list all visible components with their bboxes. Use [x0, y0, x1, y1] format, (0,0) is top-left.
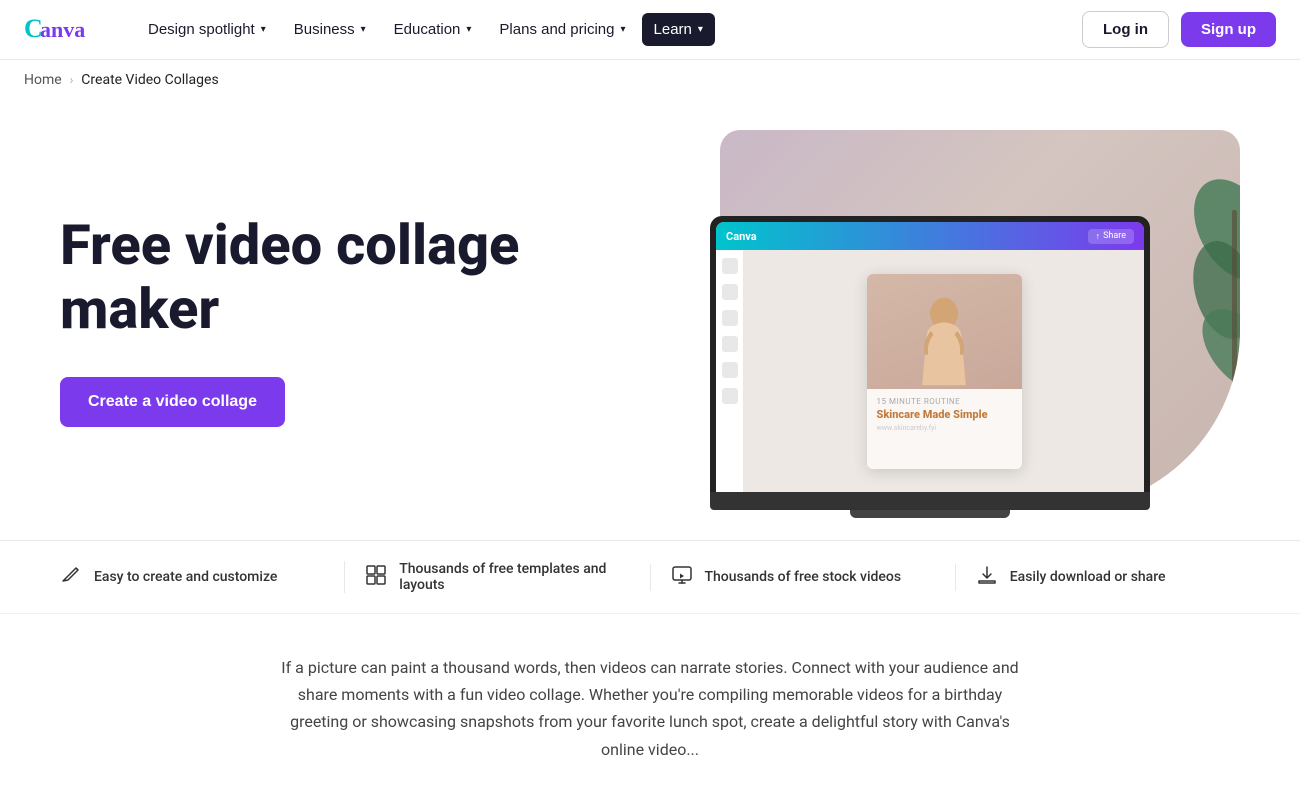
chevron-down-icon: ▾: [621, 24, 626, 35]
chevron-down-icon: ▾: [261, 24, 266, 35]
screen-canva-logo: Canva: [726, 230, 757, 243]
hero-title: Free video collage maker: [60, 213, 540, 342]
nav-actions: Log in Sign up: [1082, 11, 1276, 48]
feature-templates-text: Thousands of free templates and layouts: [399, 561, 629, 593]
nav-links: Design spotlight ▾ Business ▾ Education …: [136, 13, 1082, 46]
breadcrumb-separator: ›: [70, 73, 74, 87]
hero-left: Free video collage maker Create a video …: [60, 213, 540, 428]
screen-card-title: Skincare Made Simple: [877, 408, 1012, 421]
svg-text:anva: anva: [40, 17, 85, 42]
hero-right: Canva ↑Share: [680, 130, 1240, 510]
feature-download-text: Easily download or share: [1010, 569, 1166, 585]
nav-plans-pricing[interactable]: Plans and pricing ▾: [487, 13, 637, 46]
nav-learn[interactable]: Learn ▾: [642, 13, 715, 46]
templates-icon: [365, 564, 387, 591]
screen-share-btn: ↑Share: [1088, 229, 1134, 244]
feature-stock-videos: Thousands of free stock videos: [650, 564, 955, 591]
description-text: If a picture can paint a thousand words,…: [280, 654, 1020, 763]
chevron-down-icon: ▾: [361, 24, 366, 35]
feature-stock-videos-text: Thousands of free stock videos: [705, 569, 902, 585]
breadcrumb-home[interactable]: Home: [24, 72, 62, 88]
create-collage-button[interactable]: Create a video collage: [60, 377, 285, 427]
breadcrumb-current: Create Video Collages: [81, 72, 218, 88]
feature-easy-create: Easy to create and customize: [40, 564, 344, 591]
nav-education[interactable]: Education ▾: [382, 13, 484, 46]
login-button[interactable]: Log in: [1082, 11, 1169, 48]
hero-section: Free video collage maker Create a video …: [0, 100, 1300, 520]
screen-card-subtitle: www.skincareby.fyi: [877, 424, 1012, 432]
description-section: If a picture can paint a thousand words,…: [0, 613, 1300, 803]
logo[interactable]: C anva: [24, 13, 104, 47]
features-bar: Easy to create and customize Thousands o…: [0, 540, 1300, 613]
nav-design-spotlight[interactable]: Design spotlight ▾: [136, 13, 278, 46]
download-icon: [976, 564, 998, 591]
breadcrumb: Home › Create Video Collages: [0, 60, 1300, 100]
nav-business[interactable]: Business ▾: [282, 13, 378, 46]
chevron-down-icon: ▾: [466, 24, 471, 35]
feature-download-share: Easily download or share: [955, 564, 1260, 591]
feature-templates: Thousands of free templates and layouts: [344, 561, 649, 593]
navbar: C anva Design spotlight ▾ Business ▾ Edu…: [0, 0, 1300, 60]
feature-easy-create-text: Easy to create and customize: [94, 569, 277, 585]
edit-icon: [60, 564, 82, 591]
monitor-icon: [671, 564, 693, 591]
signup-button[interactable]: Sign up: [1181, 12, 1276, 47]
chevron-down-icon: ▾: [698, 24, 703, 35]
